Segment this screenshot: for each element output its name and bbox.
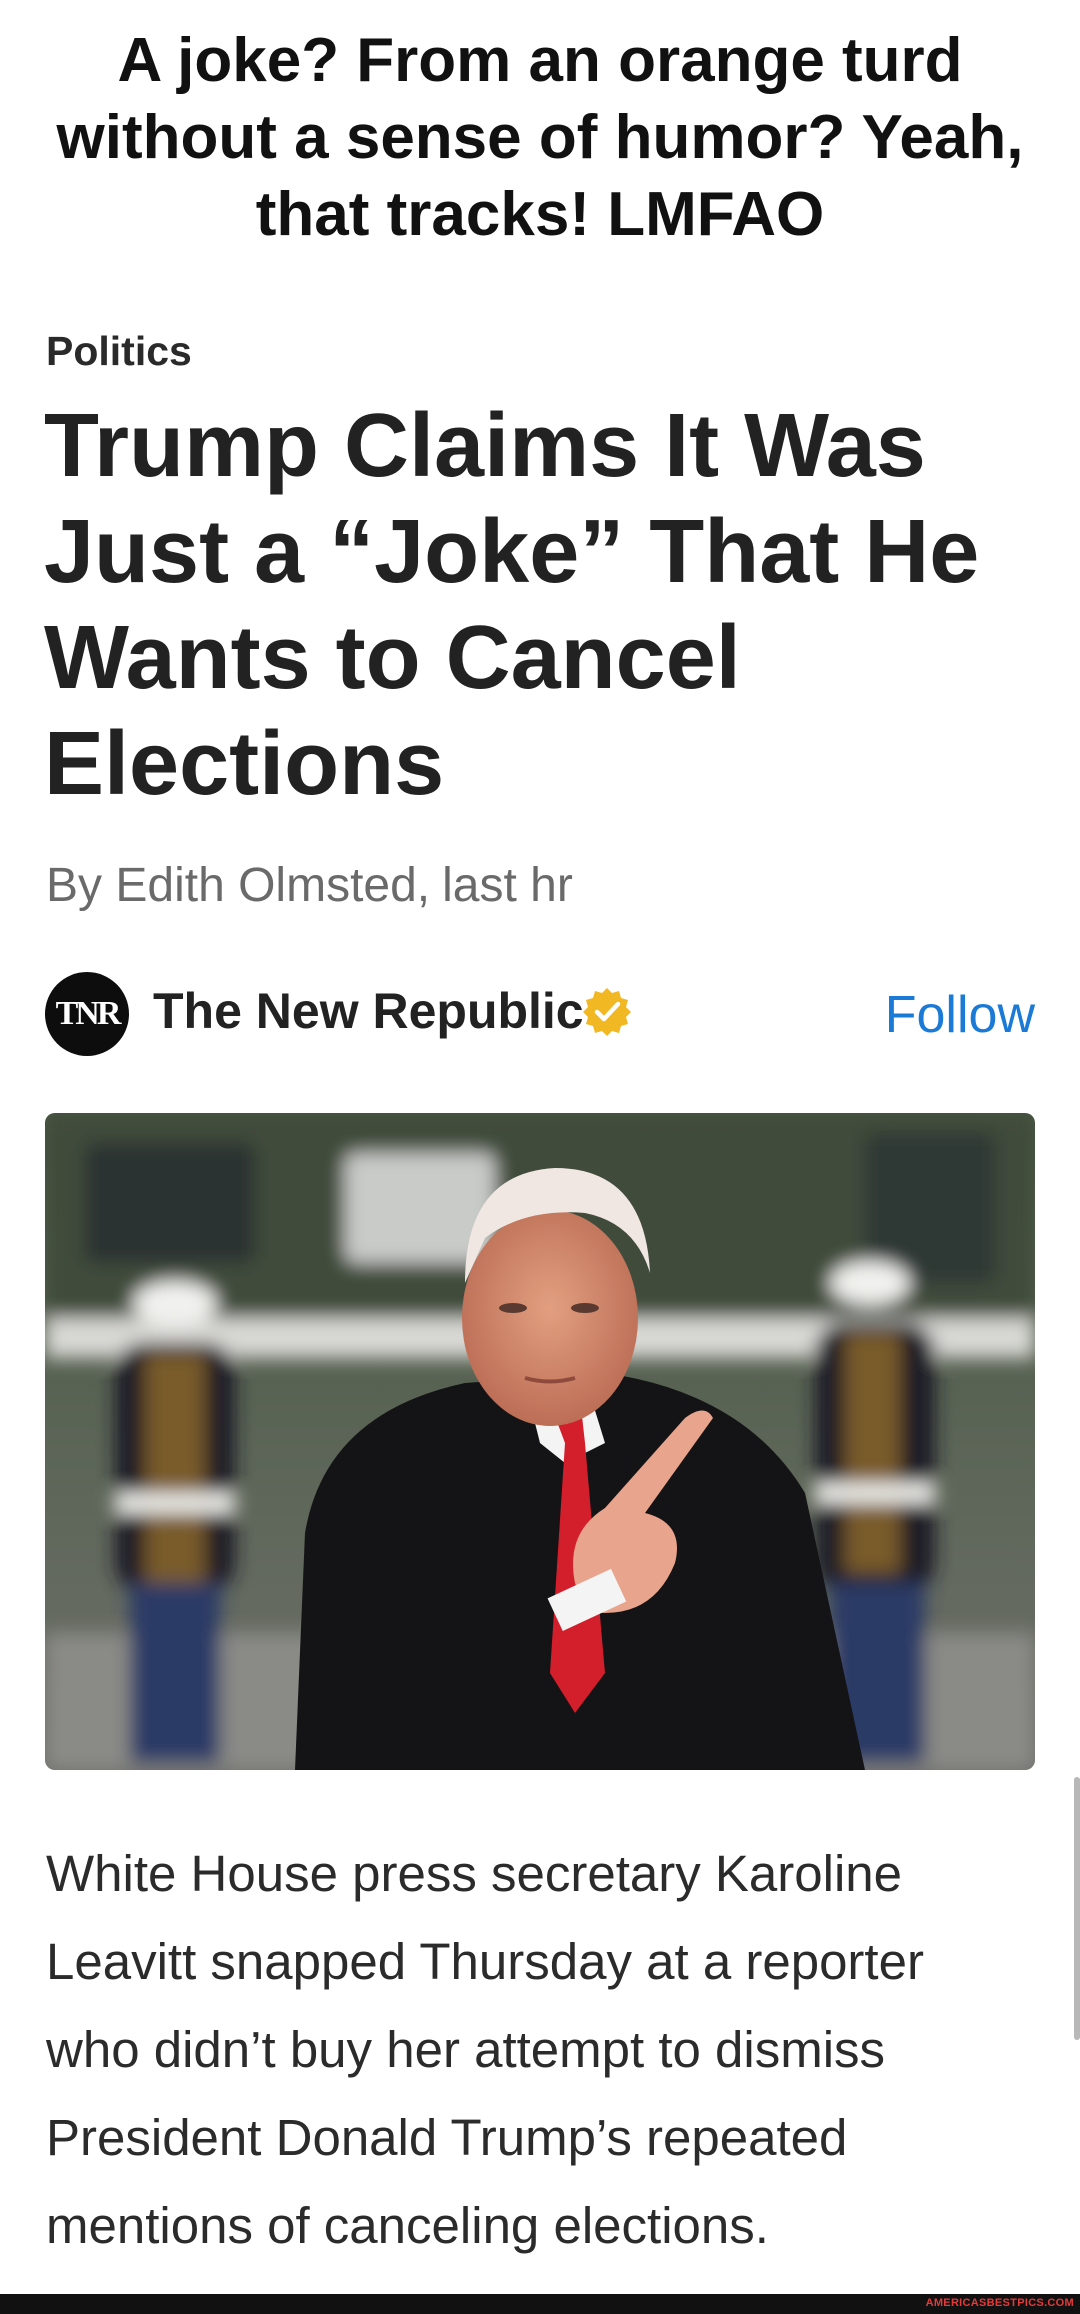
footer-bar (0, 2294, 1080, 2314)
caption-line: A joke? From an orange turd (117, 26, 963, 95)
scrollbar-thumb[interactable] (1074, 1777, 1080, 2040)
article-headline: Trump Claims It Was Just a “Joke” That H… (44, 393, 1044, 817)
author-name[interactable]: By Edith Olmsted, (46, 859, 430, 912)
site-watermark: AMERICASBESTPICS.COM (925, 2297, 1074, 2309)
byline: By Edith Olmsted, last hr (46, 858, 573, 913)
publisher-name[interactable]: The New Republic (153, 982, 584, 1040)
headline-line: Elections (44, 714, 445, 814)
caption-line: without a sense of humor? Yeah, (56, 103, 1024, 172)
body-line: White House press secretary Karoline (46, 1845, 903, 1902)
publisher-logo[interactable]: TNR (45, 972, 129, 1056)
caption-line: that tracks! LMFAO (255, 180, 825, 249)
headline-line: Wants to Cancel (44, 608, 741, 708)
follow-button[interactable]: Follow (885, 985, 1035, 1045)
article-photo[interactable] (45, 1113, 1035, 1770)
body-line: President Donald Trump’s repeated (46, 2109, 848, 2166)
body-line: Leavitt snapped Thursday at a reporter (46, 1933, 924, 1990)
body-line: who didn’t buy her attempt to dismiss (46, 2021, 886, 2078)
headline-line: Just a “Joke” That He (44, 502, 980, 602)
article-body: White House press secretary Karoline Lea… (46, 1830, 1046, 2270)
photo-illustration (45, 1113, 1035, 1770)
article-category[interactable]: Politics (46, 328, 192, 375)
verified-badge-icon (583, 988, 631, 1036)
body-line: mentions of canceling elections. (46, 2197, 769, 2254)
meme-caption: A joke? From an orange turd without a se… (0, 22, 1080, 253)
publisher-row: TNR The New Republic Follow (45, 972, 1035, 1058)
publish-time: last hr (442, 859, 573, 912)
headline-line: Trump Claims It Was (44, 396, 926, 496)
